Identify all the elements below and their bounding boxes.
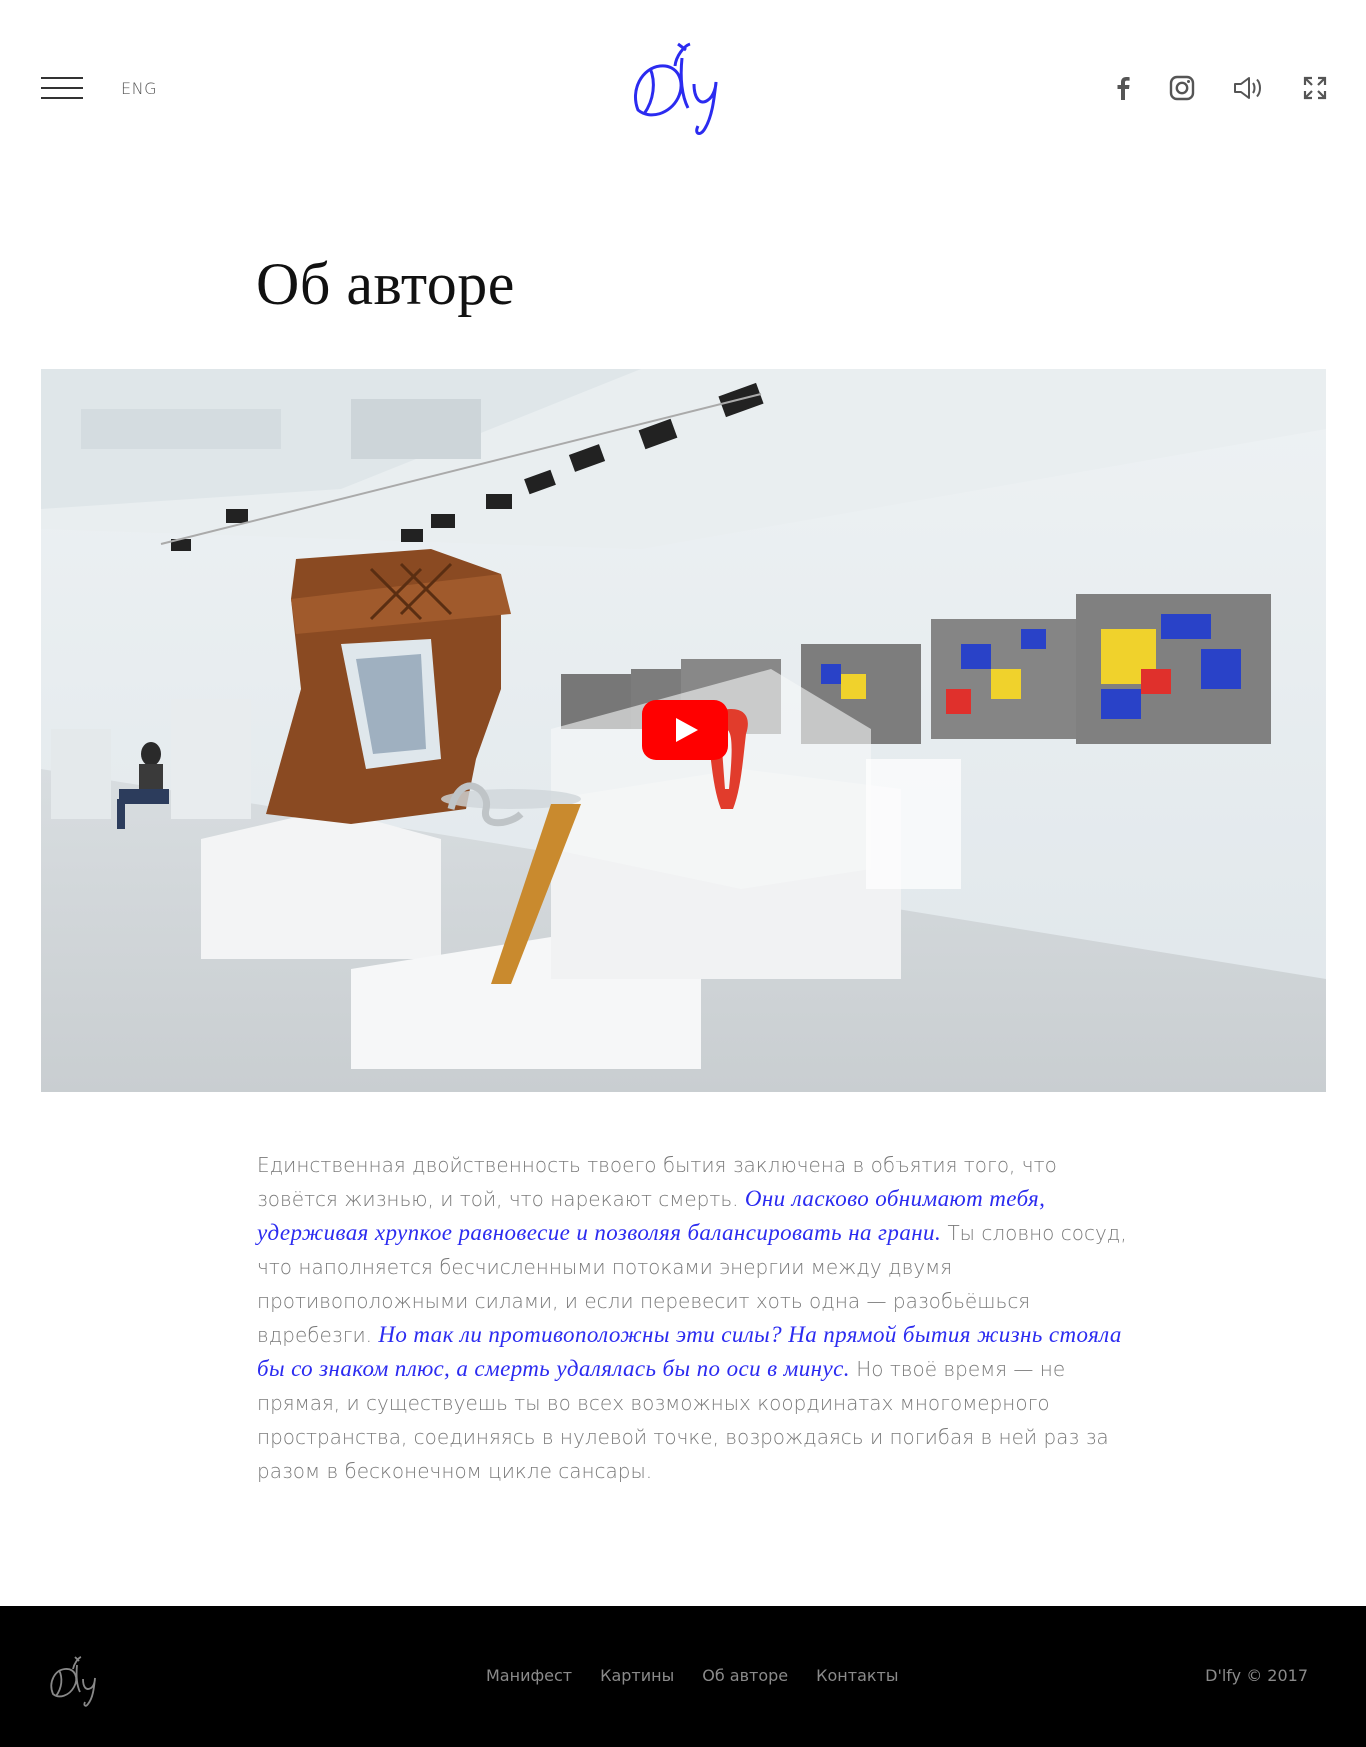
- about-text: Единственная двойственность твоего бытия…: [257, 1148, 1137, 1488]
- youtube-play-icon[interactable]: [642, 700, 728, 760]
- footer-link-about[interactable]: Об авторе: [702, 1666, 788, 1685]
- site-header: ENG: [0, 0, 1366, 180]
- sound-icon[interactable]: [1232, 73, 1266, 103]
- hamburger-menu-icon[interactable]: [41, 77, 83, 101]
- footer-link-contacts[interactable]: Контакты: [816, 1666, 898, 1685]
- fullscreen-icon[interactable]: [1300, 73, 1330, 103]
- footer-logo[interactable]: [43, 1654, 109, 1710]
- language-switch[interactable]: ENG: [121, 79, 157, 98]
- copyright: D'lfy © 2017: [1205, 1666, 1308, 1685]
- footer-link-paintings[interactable]: Картины: [600, 1666, 674, 1685]
- footer-link-manifest[interactable]: Манифест: [486, 1666, 572, 1685]
- page-title: Об авторе: [256, 251, 515, 317]
- instagram-icon[interactable]: [1167, 73, 1197, 103]
- footer-nav: Манифест Картины Об авторе Контакты: [486, 1666, 899, 1685]
- site-logo[interactable]: [620, 38, 742, 140]
- facebook-icon[interactable]: [1108, 73, 1138, 103]
- site-footer: Манифест Картины Об авторе Контакты D'lf…: [0, 1606, 1366, 1747]
- video-player[interactable]: [41, 369, 1326, 1092]
